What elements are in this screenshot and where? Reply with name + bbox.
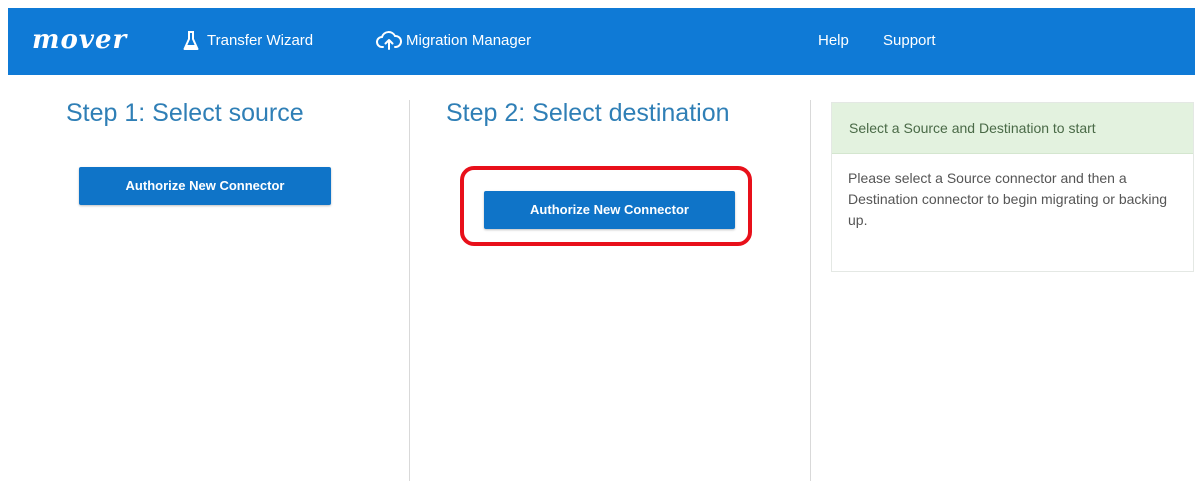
- nav-migration-manager-label: Migration Manager: [406, 32, 532, 49]
- nav-help[interactable]: Help: [818, 28, 849, 54]
- column-divider: [810, 100, 811, 481]
- flask-icon: [183, 31, 199, 51]
- cloud-upload-icon: [376, 31, 402, 51]
- column-divider: [409, 100, 410, 481]
- nav-support[interactable]: Support: [883, 28, 936, 54]
- mover-logo[interactable]: mover: [32, 24, 127, 56]
- info-panel-header: Select a Source and Destination to start: [832, 103, 1193, 154]
- nav-migration-manager[interactable]: Migration Manager: [376, 28, 531, 54]
- step2-title: Step 2: Select destination: [446, 99, 730, 127]
- nav-transfer-wizard-label: Transfer Wizard: [207, 32, 314, 49]
- source-authorize-connector-button[interactable]: Authorize New Connector: [79, 167, 331, 205]
- info-panel: Select a Source and Destination to start…: [831, 102, 1194, 272]
- nav-transfer-wizard[interactable]: Transfer Wizard: [183, 28, 313, 54]
- top-navbar: mover Transfer Wizard Migration Manager …: [8, 8, 1195, 75]
- info-panel-body: Please select a Source connector and the…: [848, 170, 1168, 228]
- destination-authorize-connector-button[interactable]: Authorize New Connector: [484, 191, 735, 229]
- step1-title: Step 1: Select source: [66, 99, 304, 127]
